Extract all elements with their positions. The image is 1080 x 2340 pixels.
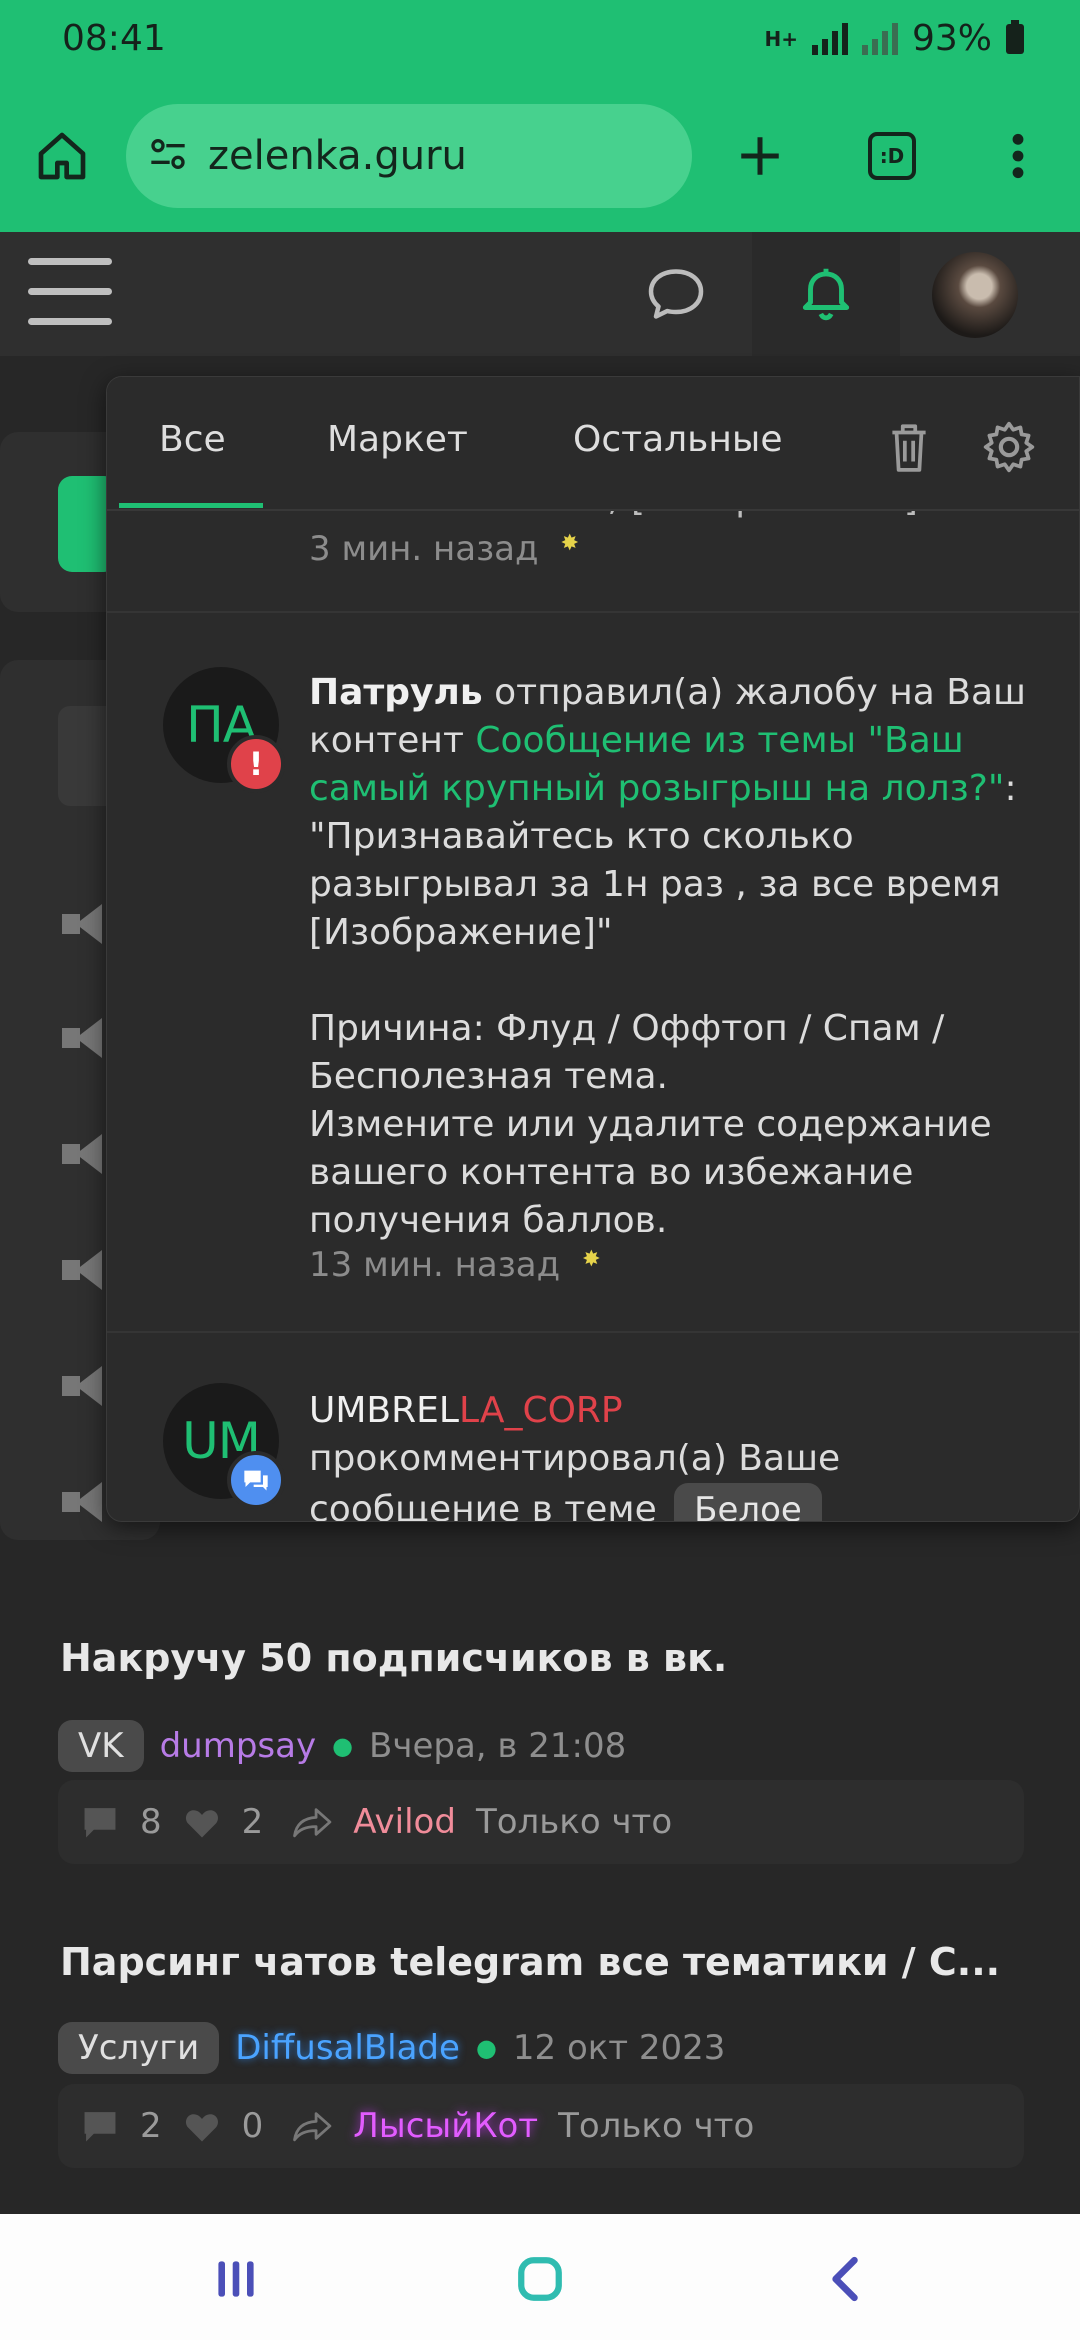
chat-icon[interactable] [626,252,726,336]
megaphone-icon [62,1366,106,1406]
thread-author[interactable]: dumpsay [160,1726,317,1766]
notification-actor[interactable]: Патруль [309,672,483,713]
home-icon[interactable] [22,116,102,196]
notification-time: 3 мин. назад [309,529,581,569]
alert-icon: ! [227,735,285,793]
comment-badge-icon [227,1451,285,1509]
thread-stats: 2 0 ЛысыйКот Только что [58,2084,1024,2168]
megaphone-icon [62,1018,106,1058]
notification-time: 13 мин. назад [309,1245,602,1285]
megaphone-icon [62,1134,106,1174]
battery-icon [1006,19,1024,54]
thread-date: 12 окт 2023 [512,2028,726,2068]
heart-icon[interactable] [182,1802,222,1842]
megaphone-icon [62,904,106,944]
tab-counter: :D [868,132,916,180]
share-icon [293,2106,333,2146]
site-settings-icon[interactable] [148,134,188,178]
last-poster[interactable]: ЛысыйКот [353,2106,538,2146]
megaphone-icon [62,1482,106,1522]
thread-tag[interactable]: Белое [674,1483,822,1521]
thread-meta: VK dumpsay ● Вчера, в 21:08 [58,1720,626,1772]
battery-percent: 93% [911,18,992,59]
status-icons: H+ 93% [764,18,1024,59]
thread-date: Вчера, в 21:08 [369,1726,627,1766]
active-tab-indicator [119,503,263,508]
home-nav-icon[interactable] [500,2244,580,2314]
bell-icon [795,261,857,327]
gear-icon[interactable] [977,415,1041,479]
signal-icon-2 [861,22,898,55]
category-pill[interactable]: Услуги [58,2022,220,2074]
user-avatar[interactable] [932,252,1018,338]
megaphone-icon [62,1250,106,1290]
thread-title[interactable]: Парсинг чатов telegram все тематики / С.… [60,1940,1000,1984]
divider [107,1331,1079,1333]
recents-icon[interactable] [196,2244,276,2314]
back-icon[interactable] [804,2244,884,2314]
notification-advice: Измените или удалите содержание вашего к… [309,1104,992,1241]
browser-toolbar: zelenka.guru :D [0,80,1080,232]
last-post-time: Только что [475,1802,673,1842]
status-time: 08:41 [62,18,166,59]
notification-text: UMBRELLA_CORP прокомментировал(а) Ваше с… [309,1387,1049,1521]
separator-dot: ● [475,2034,497,2062]
signal-icon [811,22,848,55]
menu-icon[interactable] [28,258,112,330]
category-pill[interactable]: VK [58,1720,144,1772]
notification-reason: Причина: Флуд / Оффтоп / Спам / Бесполез… [309,1008,945,1097]
tab-market[interactable]: Маркет [327,419,468,469]
tab-other[interactable]: Остальные [573,419,783,469]
reply-icon [80,1802,120,1842]
notifications-popup: Все Маркет Остальные Семья Пашевое; [Изо… [106,376,1080,1522]
share-icon [293,1802,333,1842]
notification-cut-text: Семья Пашевое; [Изображение] [309,511,918,523]
notification-text: Патруль отправил(а) жалобу на Ваш контен… [309,669,1049,1245]
thread-author[interactable]: DiffusalBlade [235,2028,460,2068]
new-indicator-icon [582,1247,602,1275]
separator-dot: ● [332,1732,354,1760]
last-post-time: Только что [558,2106,755,2146]
url-text: zelenka.guru [208,133,467,179]
notification-list: Семья Пашевое; [Изображение] 3 мин. наза… [107,511,1079,1521]
like-count: 0 [241,2106,264,2146]
trash-icon[interactable] [877,415,941,479]
last-poster[interactable]: Avilod [353,1802,456,1842]
reply-count: 2 [140,2106,162,2146]
network-type: H+ [764,26,798,51]
reply-count: 8 [140,1802,162,1842]
system-nav-bar [0,2214,1080,2340]
tabs-icon[interactable]: :D [852,116,932,196]
notification-tabs: Все Маркет Остальные [107,377,1079,511]
more-icon[interactable] [978,116,1058,196]
divider [107,611,1079,613]
thread-stats: 8 2 Avilod Только что [58,1780,1024,1864]
notification-actor[interactable]: UMBREL [309,1390,459,1431]
new-indicator-icon [561,531,581,559]
address-bar[interactable]: zelenka.guru [126,104,692,208]
heart-icon[interactable] [182,2106,222,2146]
reply-icon [80,2106,120,2146]
thread-meta: Услуги DiffusalBlade ● 12 окт 2023 [58,2022,725,2074]
status-bar: 08:41 H+ 93% [0,0,1080,80]
like-count: 2 [241,1802,264,1842]
notifications-button[interactable] [752,232,900,356]
site-header [0,232,1080,356]
plus-icon[interactable] [720,116,800,196]
tab-all[interactable]: Все [159,419,226,469]
thread-title[interactable]: Накручу 50 подписчиков в вк. [60,1636,727,1680]
